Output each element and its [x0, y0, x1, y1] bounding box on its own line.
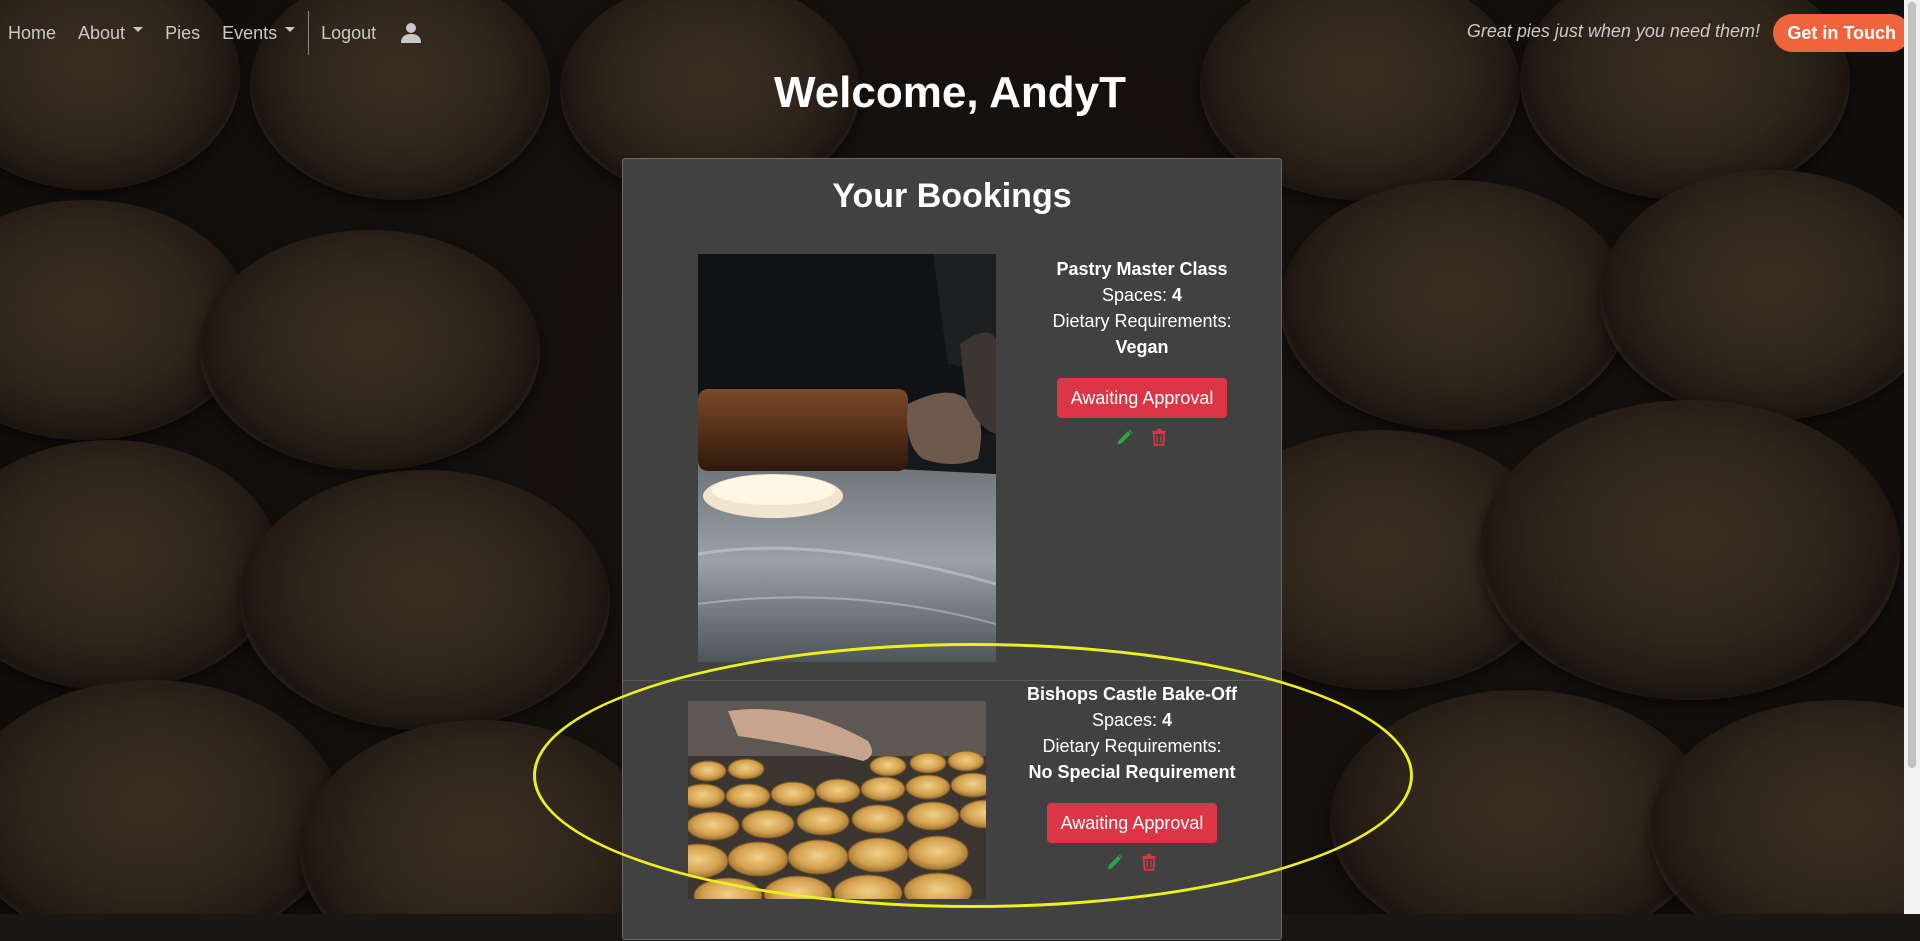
- booking-event-name: Pastry Master Class: [1056, 259, 1228, 279]
- dietary-value: Vegan: [1115, 337, 1169, 357]
- scrollbar-thumb[interactable]: [1908, 2, 1916, 768]
- booking-actions: [1023, 428, 1261, 446]
- nav-home[interactable]: Home: [0, 0, 67, 66]
- tagline: Great pies just when you need them!: [1466, 21, 1760, 41]
- chevron-down-icon: [133, 26, 144, 32]
- booking-event-name: Bishops Castle Bake-Off: [1026, 684, 1238, 704]
- user-icon: [401, 23, 422, 43]
- spaces-label: Spaces:: [1091, 710, 1157, 730]
- get-in-touch-button[interactable]: Get in Touch: [1773, 14, 1910, 52]
- nav-about-label: About: [78, 22, 126, 43]
- booking-actions: [1013, 853, 1251, 871]
- chevron-down-icon: [285, 26, 296, 32]
- nav-pies[interactable]: Pies: [154, 0, 211, 66]
- welcome-heading: Welcome, AndyT: [773, 68, 1127, 117]
- spaces-label: Spaces:: [1101, 285, 1167, 305]
- pencil-icon[interactable]: [1106, 853, 1124, 871]
- nav-pies-label: Pies: [165, 22, 201, 43]
- booking-item: Bishops Castle Bake-Off Spaces: 4 Dietar…: [623, 680, 1281, 941]
- booking-info: Pastry Master Class Spaces: 4 Dietary Re…: [1023, 256, 1261, 446]
- booking-item: Pastry Master Class Spaces: 4 Dietary Re…: [623, 254, 1281, 672]
- trash-icon[interactable]: [1150, 428, 1168, 446]
- booking-info: Bishops Castle Bake-Off Spaces: 4 Dietar…: [1013, 681, 1251, 871]
- bookings-card: Your Bookings Pastry Master Class Spaces…: [622, 158, 1282, 940]
- dietary-value: No Special Requirement: [1028, 762, 1236, 782]
- status-button[interactable]: Awaiting Approval: [1056, 378, 1228, 418]
- nav-profile[interactable]: [387, 0, 434, 66]
- nav-events[interactable]: Events: [211, 0, 306, 66]
- nav-events-label: Events: [222, 22, 278, 43]
- page-scrollbar[interactable]: [1904, 0, 1920, 914]
- rolling-pin-dough-photo: [698, 254, 996, 662]
- dietary-label: Dietary Requirements:: [1052, 311, 1232, 331]
- status-button[interactable]: Awaiting Approval: [1046, 803, 1218, 843]
- spaces-value: 4: [1162, 710, 1173, 730]
- pencil-icon[interactable]: [1116, 428, 1134, 446]
- nav-divider: [308, 11, 310, 55]
- nav-logout-label: Logout: [321, 22, 377, 43]
- tray-of-pies-photo: [688, 701, 986, 899]
- dietary-label: Dietary Requirements:: [1042, 736, 1222, 756]
- nav-home-label: Home: [8, 22, 57, 43]
- nav-logout[interactable]: Logout: [310, 0, 387, 66]
- bookings-title: Your Bookings: [832, 177, 1072, 215]
- booking-spaces: Spaces: 4: [1013, 707, 1251, 733]
- booking-spaces: Spaces: 4: [1023, 282, 1261, 308]
- trash-icon[interactable]: [1140, 853, 1158, 871]
- nav-about[interactable]: About: [67, 0, 154, 66]
- navbar: Home About Pies Events Logout Great pies…: [0, 0, 1920, 66]
- spaces-value: 4: [1172, 285, 1183, 305]
